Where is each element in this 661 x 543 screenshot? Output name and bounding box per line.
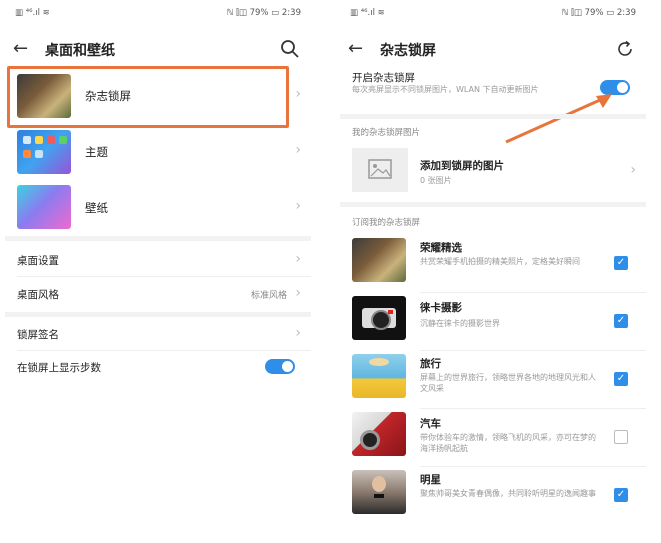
show-steps-row: 在锁屏上显示步数 xyxy=(5,352,311,384)
app-bar: ← 杂志锁屏 xyxy=(340,36,646,64)
channel-desc: 带你体验车的激情，领略飞机的风采，亦可在梦的海洋扬帆起航 xyxy=(420,433,596,453)
section-divider xyxy=(340,114,646,119)
chevron-right-icon: › xyxy=(295,142,301,158)
channel-checkbox[interactable]: ✓ xyxy=(614,314,628,328)
search-icon[interactable] xyxy=(279,38,301,60)
status-bar: ▥ ⁴⁶.ıl ≋ ℕ ⫿◫ 79% ▭ 2:39 xyxy=(15,8,301,22)
channel-desc: 屏幕上的世界旅行，领略世界各地的地理风光和人文风采 xyxy=(420,373,596,393)
lockscreen-signature-row[interactable]: 锁屏签名 › xyxy=(5,318,311,350)
row-divider xyxy=(420,292,646,293)
page-title: 桌面和壁纸 xyxy=(45,43,115,59)
status-right: ℕ ⫿◫ 79% ▭ 2:39 xyxy=(561,8,636,18)
row-divider xyxy=(17,276,311,277)
channel-desc: 聚焦帅哥美女青春偶像，共同聆听明星的逸闻趣事 xyxy=(420,489,596,498)
channel-thumbnail xyxy=(352,412,406,456)
row-divider xyxy=(420,408,646,409)
add-title: 添加到锁屏的图片 xyxy=(420,160,504,172)
left-screen: ▥ ⁴⁶.ıl ≋ ℕ ⫿◫ 79% ▭ 2:39 ← 桌面和壁纸 杂志锁屏 ›… xyxy=(5,0,311,543)
channel-name: 旅行 xyxy=(420,358,441,370)
channel-name: 明星 xyxy=(420,474,441,486)
image-placeholder xyxy=(352,148,408,192)
channel-thumbnail xyxy=(352,238,406,282)
status-right: ℕ ⫿◫ 79% ▭ 2:39 xyxy=(226,8,301,18)
row-label: 锁屏签名 xyxy=(17,329,59,341)
channel-thumbnail xyxy=(352,470,406,514)
channel-checkbox[interactable] xyxy=(614,430,628,444)
chevron-right-icon: › xyxy=(295,86,301,102)
channel-row-star[interactable]: 明星 聚焦帅哥美女青春偶像，共同聆听明星的逸闻趣事 ✓ xyxy=(340,468,646,524)
right-screen: ▥ ⁴⁶.ıl ≋ ℕ ⫿◫ 79% ▭ 2:39 ← 杂志锁屏 开启杂志锁屏 … xyxy=(340,0,646,543)
theme-thumbnail xyxy=(17,130,71,174)
channel-row-leica[interactable]: 徕卡摄影 沉静在徕卡的摄影世界 ✓ xyxy=(340,294,646,350)
channel-desc: 沉静在徕卡的摄影世界 xyxy=(420,319,500,328)
channel-name: 荣耀精选 xyxy=(420,242,462,254)
list-item-wallpaper[interactable]: 壁纸 › xyxy=(5,182,311,236)
channel-checkbox[interactable]: ✓ xyxy=(614,488,628,502)
channel-row-car[interactable]: 汽车 带你体验车的激情，领略飞机的风采，亦可在梦的海洋扬帆起航 xyxy=(340,410,646,466)
desktop-settings-row[interactable]: 桌面设置 › xyxy=(5,244,311,276)
image-icon xyxy=(368,159,392,179)
row-divider xyxy=(420,350,646,351)
add-count: 0 张图片 xyxy=(420,176,452,185)
chevron-right-icon: › xyxy=(630,162,636,178)
item-label: 主题 xyxy=(85,145,108,159)
subscribe-section-label: 订阅我的杂志锁屏 xyxy=(352,218,421,228)
desktop-style-value: 标准风格 xyxy=(250,291,287,301)
section-divider xyxy=(340,202,646,207)
wallpaper-thumbnail xyxy=(17,185,71,229)
chevron-right-icon: › xyxy=(295,325,301,341)
channel-thumbnail xyxy=(352,296,406,340)
channel-name: 徕卡摄影 xyxy=(420,302,462,314)
app-bar: ← 桌面和壁纸 xyxy=(5,36,311,64)
channel-desc: 共赏荣耀手机拍摄的精美照片，定格美好瞬间 xyxy=(420,257,580,266)
chevron-right-icon: › xyxy=(295,251,301,267)
channel-checkbox[interactable]: ✓ xyxy=(614,372,628,386)
row-label: 桌面风格 xyxy=(17,289,59,301)
back-arrow-icon[interactable]: ← xyxy=(13,36,28,62)
desktop-style-row[interactable]: 桌面风格 标准风格 › xyxy=(5,278,311,310)
chevron-right-icon: › xyxy=(295,285,301,301)
row-label: 桌面设置 xyxy=(17,255,59,267)
row-divider xyxy=(17,350,311,351)
section-divider xyxy=(5,236,311,241)
status-bar: ▥ ⁴⁶.ıl ≋ ℕ ⫿◫ 79% ▭ 2:39 xyxy=(350,8,636,22)
channel-row-honor[interactable]: 荣耀精选 共赏荣耀手机拍摄的精美照片，定格美好瞬间 ✓ xyxy=(340,236,646,292)
row-label: 在锁屏上显示步数 xyxy=(17,362,101,374)
status-left: ▥ ⁴⁶.ıl ≋ xyxy=(15,8,50,18)
channel-checkbox[interactable]: ✓ xyxy=(614,256,628,270)
section-divider xyxy=(5,312,311,317)
status-left: ▥ ⁴⁶.ıl ≋ xyxy=(350,8,385,18)
page-title: 杂志锁屏 xyxy=(380,43,436,59)
list-item-theme[interactable]: 主题 › xyxy=(5,126,311,180)
my-section-label: 我的杂志锁屏图片 xyxy=(352,128,421,138)
show-steps-toggle[interactable] xyxy=(265,359,295,374)
channel-thumbnail xyxy=(352,354,406,398)
channel-name: 汽车 xyxy=(420,418,441,430)
add-lockscreen-image-row[interactable]: 添加到锁屏的图片 0 张图片 › xyxy=(340,146,646,198)
highlight-box xyxy=(7,66,289,128)
enable-title: 开启杂志锁屏 xyxy=(352,72,415,84)
item-label: 壁纸 xyxy=(85,201,108,215)
back-arrow-icon[interactable]: ← xyxy=(348,36,363,62)
row-divider xyxy=(420,466,646,467)
channel-row-travel[interactable]: 旅行 屏幕上的世界旅行，领略世界各地的地理风光和人文风采 ✓ xyxy=(340,352,646,408)
chevron-right-icon: › xyxy=(295,198,301,214)
refresh-icon[interactable] xyxy=(614,38,636,60)
